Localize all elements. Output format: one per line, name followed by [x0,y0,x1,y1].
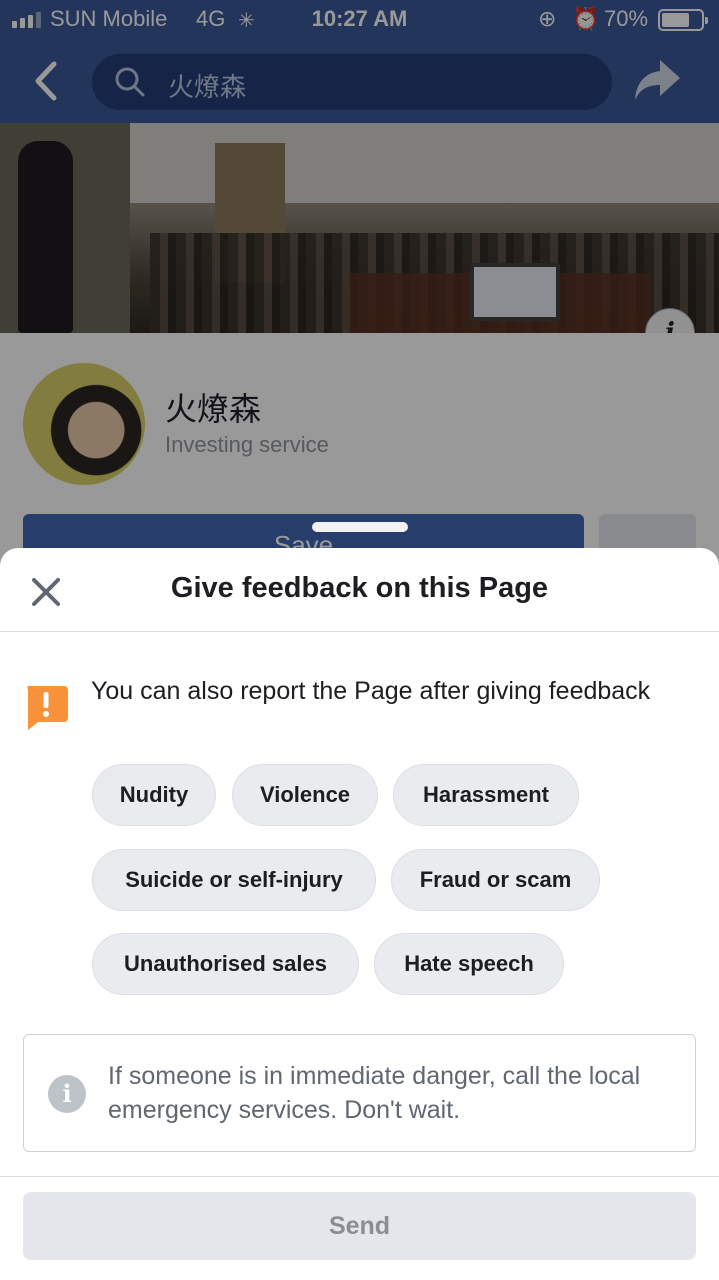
screen: SUN Mobile 4G ✳ 10:27 AM ⊕ ⏰ 70% 火燎森 火燎森… [0,0,719,1280]
chip-violence[interactable]: Violence [232,764,378,826]
sheet-title: Give feedback on this Page [170,572,549,604]
sheet-header: Give feedback on this Page [0,548,719,632]
send-button[interactable]: Send [23,1192,696,1260]
footer-divider [0,1176,719,1177]
warning-icon [24,684,68,730]
sheet-grabber-handle[interactable] [312,522,408,532]
report-note-text: You can also report the Page after givin… [91,677,651,705]
info-circle-icon: i [48,1075,86,1113]
chip-fraud-or-scam[interactable]: Fraud or scam [391,849,600,911]
feedback-sheet: Give feedback on this Page You can also … [0,548,719,1280]
emergency-notice: i If someone is in immediate danger, cal… [23,1034,696,1152]
chip-nudity[interactable]: Nudity [92,764,216,826]
chip-suicide-or-self-injury[interactable]: Suicide or self-injury [92,849,376,911]
chip-hate-speech[interactable]: Hate speech [374,933,564,995]
chip-harassment[interactable]: Harassment [393,764,579,826]
emergency-notice-text: If someone is in immediate danger, call … [108,1062,641,1124]
chip-unauthorised-sales[interactable]: Unauthorised sales [92,933,359,995]
